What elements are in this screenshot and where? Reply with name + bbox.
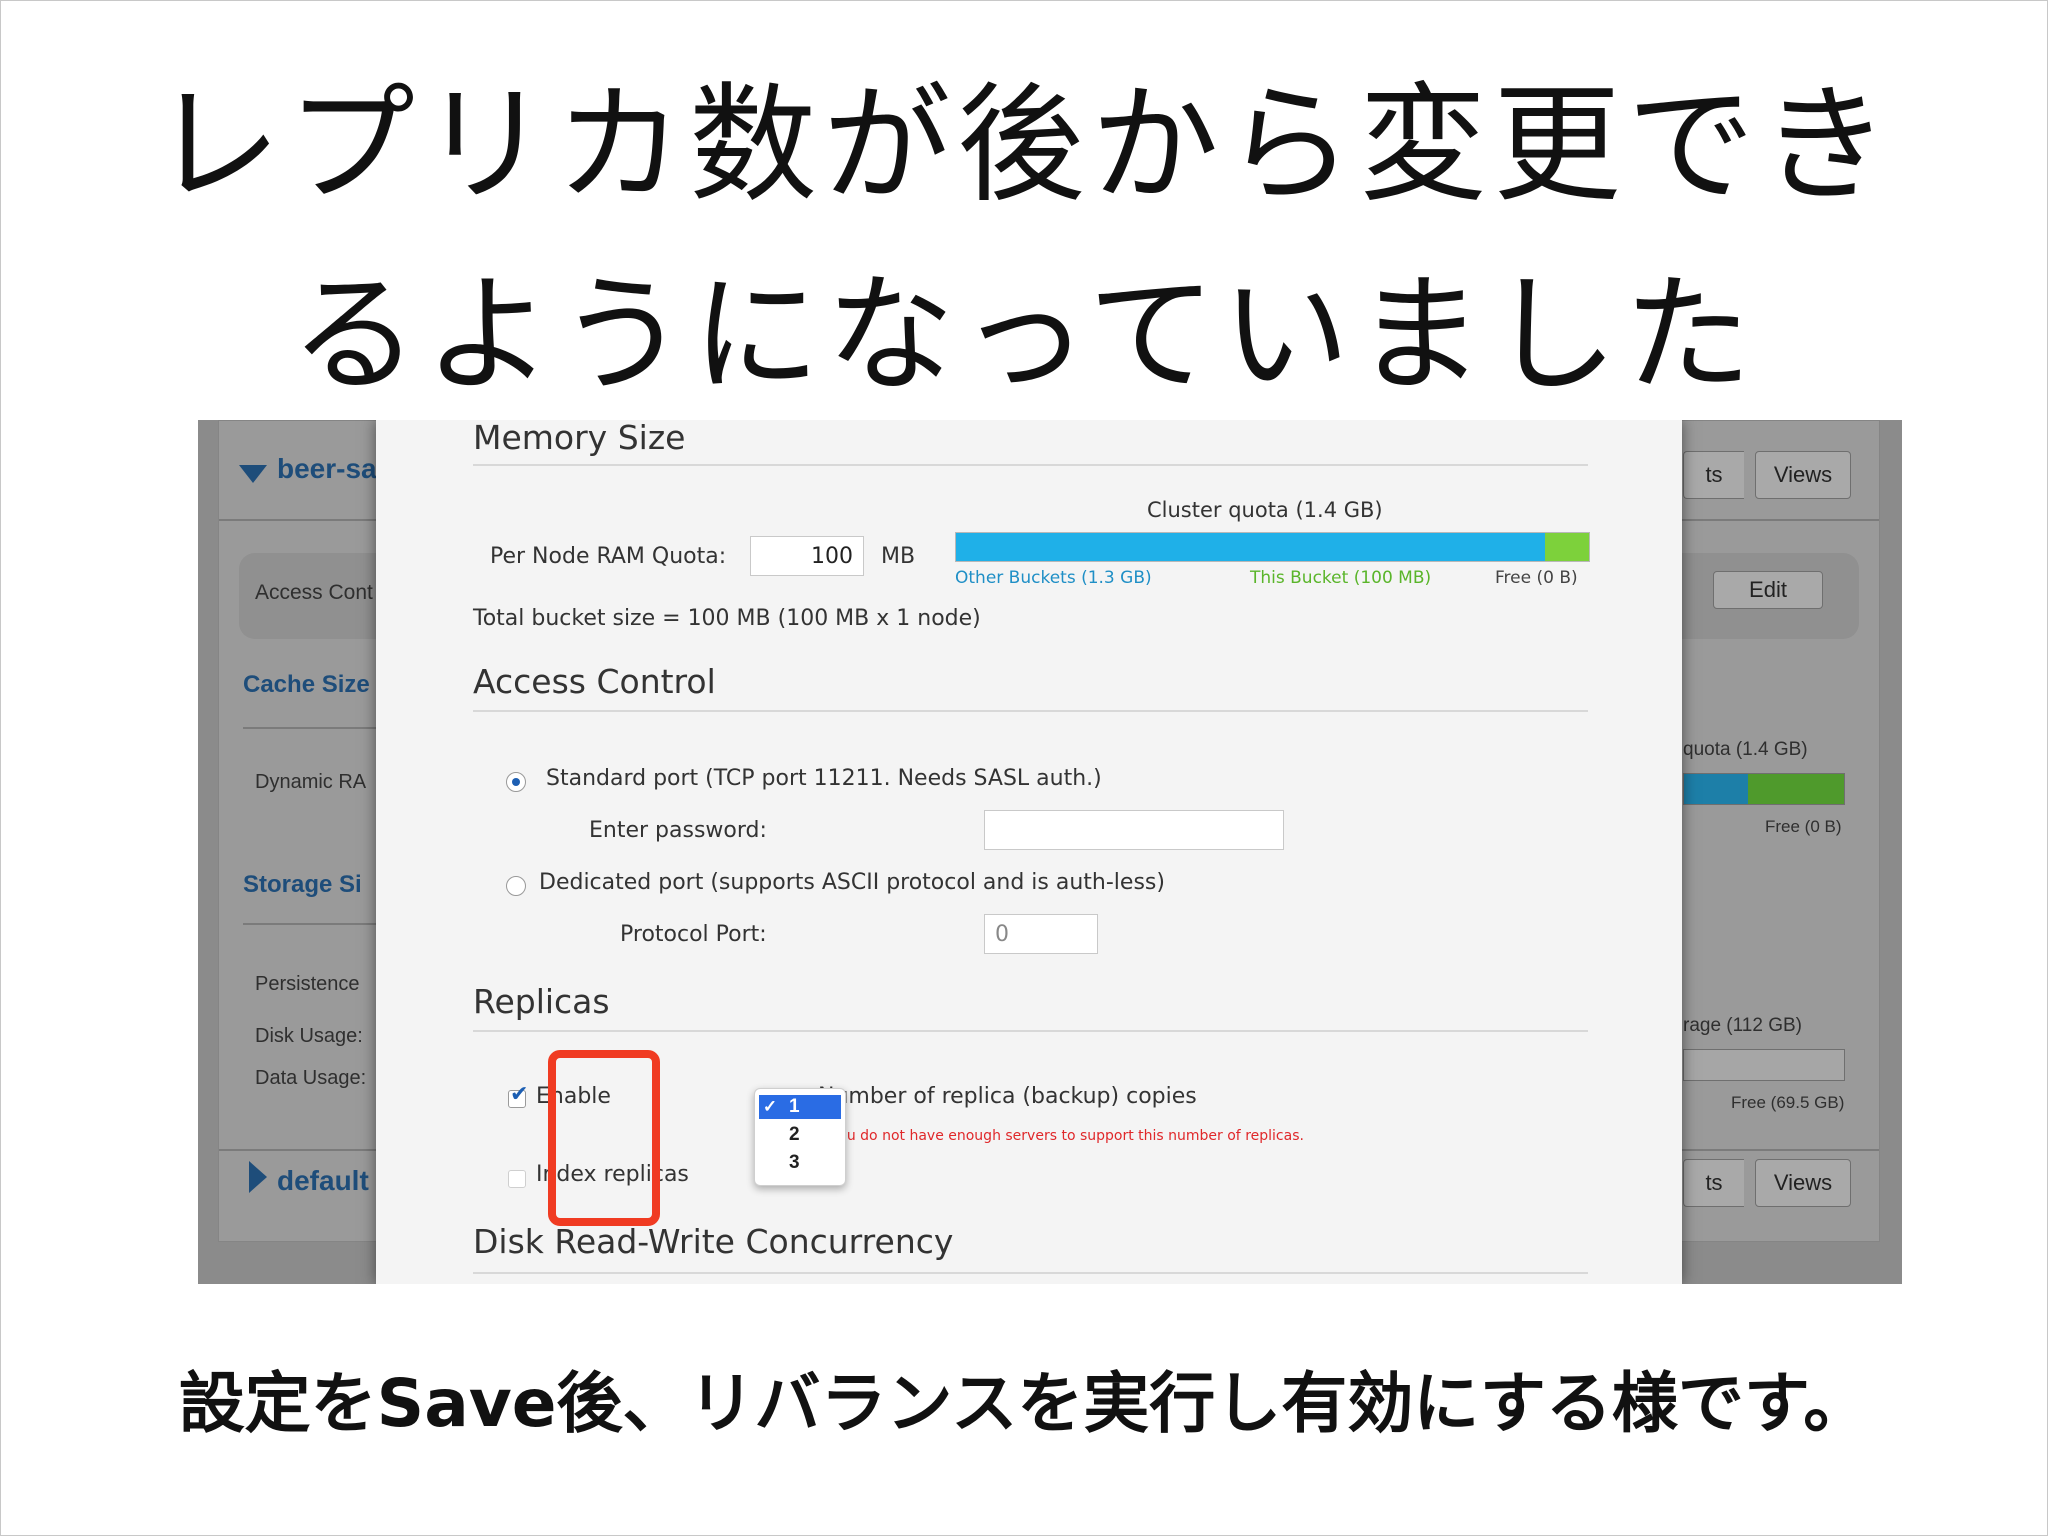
protocol-port-label: Protocol Port: [620, 922, 767, 947]
quota-bar-this-bucket [1544, 533, 1589, 561]
total-bucket-size: Total bucket size = 100 MB (100 MB x 1 n… [473, 606, 981, 631]
replica-option-3[interactable]: 3 [759, 1151, 841, 1175]
slide-headline-line1: レプリカ数が後から変更でき [152, 71, 1895, 220]
standard-port-label: Standard port (TCP port 11211. Needs SAS… [546, 766, 1102, 791]
other-buckets-label: Other Buckets (1.3 GB) [955, 568, 1152, 588]
replica-warning: you do not have enough servers to suppor… [830, 1128, 1304, 1144]
views-button[interactable]: Views [1755, 451, 1851, 499]
views-button-2[interactable]: Views [1755, 1159, 1851, 1207]
free-label-2: Free (69.5 GB) [1731, 1093, 1845, 1112]
disk-rw-concurrency-title: Disk Read-Write Concurrency [473, 1222, 954, 1261]
per-node-ram-input[interactable]: 100 [750, 536, 864, 576]
dedicated-port-radio[interactable] [506, 876, 526, 896]
access-control-title: Access Control [473, 662, 716, 701]
slide-caption: 設定をSave後、リバランスを実行し有効にする様です。 [178, 1365, 1870, 1442]
enter-password-label: Enter password: [589, 818, 767, 843]
section-divider [473, 464, 1588, 466]
bucket-name-beer-sample[interactable]: beer-sa [277, 453, 377, 485]
dedicated-port-label: Dedicated port (supports ASCII protocol … [539, 870, 1165, 895]
expand-triangle-icon[interactable] [239, 465, 267, 483]
persistence-label: Persistence [255, 973, 360, 995]
cluster-quota-partial: quota (1.4 GB) [1683, 739, 1808, 760]
free-label: Free (0 B) [1495, 568, 1578, 588]
section-divider [473, 1030, 1588, 1032]
storage-bar [1683, 1049, 1845, 1081]
data-usage-label: Data Usage: [255, 1067, 367, 1089]
replica-option-2[interactable]: 2 [759, 1123, 841, 1147]
checkmark-icon: ✓ [762, 1097, 778, 1116]
protocol-port-input[interactable]: 0 [984, 914, 1098, 954]
disk-usage-label: Disk Usage: [255, 1025, 363, 1047]
divider [243, 727, 383, 729]
memory-quota-bar [955, 532, 1590, 562]
quota-bar-other-buckets [956, 533, 1545, 561]
per-node-ram-unit: MB [881, 544, 916, 569]
cluster-quota-label: Cluster quota (1.4 GB) [1147, 498, 1383, 522]
section-divider [473, 1272, 1588, 1274]
index-replicas-checkbox[interactable] [508, 1170, 526, 1188]
replica-count-label: Number of replica (backup) copies [818, 1084, 1197, 1109]
highlight-frame [548, 1050, 660, 1226]
this-bucket-label: This Bucket (100 MB) [1250, 568, 1432, 588]
slide-headline-line2: るようになっていました [290, 261, 1758, 410]
checkmark-icon: ✔ [510, 1082, 529, 1107]
storage-size-heading: Storage Si [243, 871, 362, 898]
collapse-triangle-icon[interactable] [249, 1161, 267, 1193]
replicas-title: Replicas [473, 982, 610, 1021]
access-control-label: Access Cont [255, 581, 373, 604]
free-label-1: Free (0 B) [1765, 817, 1842, 836]
bucket-name-default[interactable]: default [277, 1165, 369, 1197]
storage-partial: rage (112 GB) [1683, 1015, 1802, 1036]
section-divider [473, 710, 1588, 712]
standard-port-radio[interactable] [506, 772, 526, 792]
dynamic-ram-label: Dynamic RA [255, 771, 367, 793]
replica-count-dropdown[interactable]: ✓ 1 2 3 [754, 1088, 846, 1186]
divider [243, 923, 383, 925]
memory-size-title: Memory Size [473, 420, 686, 457]
documents-button-2[interactable]: ts [1683, 1159, 1744, 1207]
enable-replicas-checkbox[interactable]: ✔ [508, 1082, 528, 1108]
cache-quota-bar [1683, 773, 1845, 805]
replica-option-1[interactable]: ✓ 1 [759, 1095, 841, 1119]
documents-button[interactable]: ts [1683, 451, 1744, 499]
cache-size-heading: Cache Size [243, 671, 370, 698]
screenshot: beer-sa Access Cont Cache Size Dynamic R… [198, 420, 1902, 1284]
edit-button[interactable]: Edit [1713, 571, 1823, 609]
per-node-ram-label: Per Node RAM Quota: [490, 544, 727, 569]
password-input[interactable] [984, 810, 1284, 850]
